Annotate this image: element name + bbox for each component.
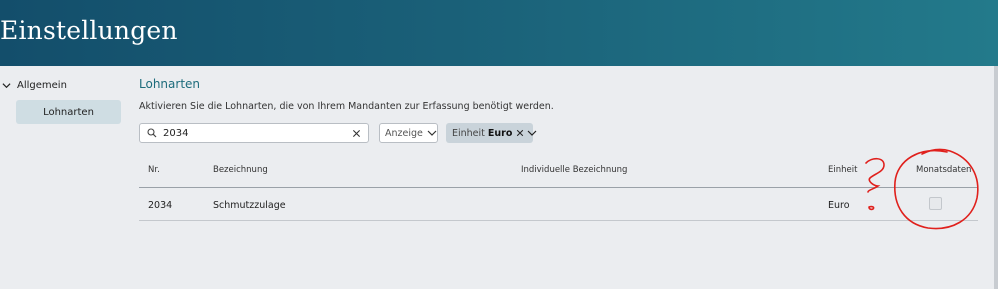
search-input[interactable] [159,127,349,139]
monatsdaten-checkbox[interactable] [929,197,942,210]
filter-chip-einheit[interactable]: Einheit Euro [446,123,537,143]
sidebar-item-lohnarten[interactable]: Lohnarten [16,100,121,124]
app-header: Einstellungen [0,0,998,66]
column-header-individuell[interactable]: Individuelle Bezeichnung [521,165,627,175]
filter-chip-label: Einheit [452,127,485,139]
section-description: Aktivieren Sie die Lohnarten, die von Ih… [139,101,554,112]
cell-bezeichnung: Schmutzzulage [213,200,286,211]
scrollbar[interactable] [994,66,998,289]
search-field[interactable] [139,123,369,143]
sidebar-group-allgemein[interactable]: Allgemein [2,80,67,91]
cell-nr: 2034 [148,200,173,211]
chevron-down-icon [2,83,11,89]
lohnarten-table: Nr. Bezeichnung Individuelle Bezeichnung… [139,153,978,221]
display-select[interactable]: Anzeige [379,123,438,143]
chevron-down-icon[interactable] [527,129,537,137]
clear-search-icon[interactable] [349,126,363,140]
search-icon [145,126,159,140]
table-header: Nr. Bezeichnung Individuelle Bezeichnung… [139,153,978,188]
remove-filter-icon[interactable] [516,129,524,137]
filter-chip-value: Euro [487,127,513,139]
column-header-monatsdaten[interactable]: Monatsdaten [916,165,971,175]
section-title: Lohnarten [139,77,201,91]
sidebar-group-label: Allgemein [17,80,67,91]
page-title: Einstellungen [0,16,178,45]
sidebar-item-label: Lohnarten [43,106,94,118]
column-header-einheit[interactable]: Einheit [828,165,857,175]
chevron-down-icon [427,130,437,136]
column-header-bezeichnung[interactable]: Bezeichnung [213,165,268,175]
display-select-label: Anzeige [385,127,423,139]
column-header-nr[interactable]: Nr. [148,165,160,175]
cell-einheit: Euro [828,200,850,211]
table-row[interactable]: 2034 Schmutzzulage Euro [139,188,978,221]
